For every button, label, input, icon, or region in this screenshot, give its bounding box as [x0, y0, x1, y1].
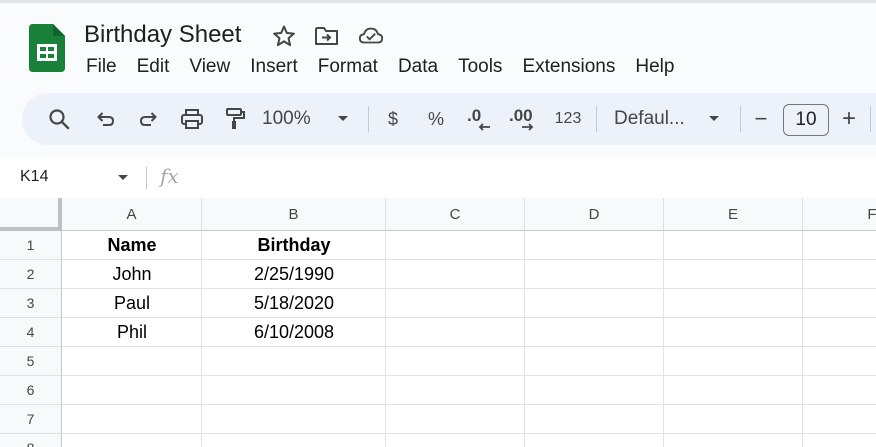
cloud-saved-icon[interactable] — [358, 23, 384, 49]
increase-font-size-button[interactable]: + — [836, 93, 862, 145]
font-size-input[interactable]: 10 — [783, 104, 829, 136]
column-header-a[interactable]: A — [62, 198, 202, 231]
decrease-decimal-button[interactable]: .0 — [463, 93, 497, 145]
toolbar-divider — [740, 106, 741, 132]
number-format-icon: 123 — [554, 110, 582, 127]
menu-view[interactable]: View — [179, 54, 240, 80]
percent-icon: % — [427, 108, 444, 129]
more-formats-button[interactable]: 123 — [550, 93, 586, 145]
undo-button[interactable] — [88, 93, 122, 145]
decrease-font-size-button[interactable]: − — [748, 93, 774, 145]
menu-format[interactable]: Format — [308, 54, 388, 80]
grid-line — [62, 375, 876, 376]
plus-icon: + — [841, 105, 856, 132]
menu-file[interactable]: File — [76, 54, 127, 80]
arrow-left-icon — [478, 123, 490, 131]
row-header-7[interactable]: 7 — [0, 405, 62, 434]
print-button[interactable] — [175, 93, 209, 145]
menu-extensions[interactable]: Extensions — [512, 54, 625, 80]
formula-bar-divider — [146, 167, 147, 189]
paint-format-icon — [226, 108, 245, 129]
menu-insert[interactable]: Insert — [240, 54, 308, 80]
increase-decimal-button[interactable]: .00 — [506, 93, 544, 145]
column-header-d[interactable]: D — [525, 198, 664, 231]
row-header-6[interactable]: 6 — [0, 376, 62, 405]
grid-line — [802, 231, 803, 447]
redo-button[interactable] — [132, 93, 166, 145]
font-family-dropdown[interactable] — [705, 93, 723, 145]
caret-down-icon — [338, 116, 348, 121]
row-header-1[interactable]: 1 — [0, 231, 62, 260]
toolbar-divider — [870, 106, 871, 132]
cell-b4[interactable]: 6/10/2008 — [202, 318, 386, 347]
search-icon — [49, 109, 70, 130]
cell-b2[interactable]: 2/25/1990 — [202, 260, 386, 289]
grid-line — [62, 404, 876, 405]
grid-line — [663, 231, 664, 447]
cell-b3[interactable]: 5/18/2020 — [202, 289, 386, 318]
sheet-grid[interactable]: A B C D E F 1 2 3 4 5 6 7 8 Name Birthda… — [0, 198, 876, 447]
format-percent-button[interactable]: % — [421, 93, 451, 145]
menu-help[interactable]: Help — [625, 54, 684, 80]
cell-a1[interactable]: Name — [62, 231, 202, 260]
cell-a3[interactable]: Paul — [62, 289, 202, 318]
name-box[interactable]: K14 — [20, 166, 48, 188]
column-header-e[interactable]: E — [664, 198, 803, 231]
format-currency-button[interactable]: $ — [378, 93, 408, 145]
cell-a2[interactable]: John — [62, 260, 202, 289]
zoom-dropdown[interactable] — [334, 93, 352, 145]
cell-a4[interactable]: Phil — [62, 318, 202, 347]
column-header-f[interactable]: F — [803, 198, 876, 231]
fx-icon: fx — [160, 164, 179, 188]
menu-data[interactable]: Data — [388, 54, 448, 80]
toolbar-divider — [368, 106, 369, 132]
row-header-4[interactable]: 4 — [0, 318, 62, 347]
document-title[interactable]: Birthday Sheet — [84, 20, 241, 50]
row-header-3[interactable]: 3 — [0, 289, 62, 318]
select-all-corner[interactable] — [0, 198, 62, 231]
cell-b1[interactable]: Birthday — [202, 231, 386, 260]
sheets-logo-icon[interactable] — [29, 24, 65, 72]
row-header-8[interactable]: 8 — [0, 434, 62, 447]
star-icon[interactable] — [271, 23, 297, 49]
minus-icon: − — [754, 106, 768, 131]
arrow-right-icon — [522, 123, 534, 131]
grid-line — [524, 231, 525, 447]
menu-tools[interactable]: Tools — [448, 54, 512, 80]
undo-icon — [97, 112, 115, 126]
search-menus-button[interactable] — [42, 93, 76, 145]
print-icon — [181, 109, 203, 129]
row-header-2[interactable]: 2 — [0, 260, 62, 289]
name-box-dropdown[interactable] — [116, 168, 132, 186]
zoom-select[interactable]: 100% — [262, 93, 328, 145]
paint-format-button[interactable] — [218, 93, 252, 145]
toolbar-divider — [596, 106, 597, 132]
caret-down-icon — [709, 116, 719, 121]
menu-edit[interactable]: Edit — [127, 54, 180, 80]
font-family-value: Defaul... — [614, 108, 685, 129]
formula-bar: K14 fx — [0, 158, 876, 198]
grid-line — [62, 433, 876, 434]
move-to-folder-icon[interactable] — [314, 23, 340, 49]
column-header-c[interactable]: C — [386, 198, 525, 231]
zoom-value: 100% — [262, 108, 311, 129]
redo-icon — [139, 112, 157, 126]
window-top-border — [0, 0, 876, 3]
font-family-select[interactable]: Defaul... — [614, 93, 692, 145]
row-header-5[interactable]: 5 — [0, 347, 62, 376]
caret-down-icon — [118, 175, 128, 180]
toolbar: 100% $ % .0 .00 123 Defaul... − 10 + — [22, 93, 876, 145]
column-header-b[interactable]: B — [202, 198, 386, 231]
menu-bar: File Edit View Insert Format Data Tools … — [76, 54, 684, 80]
currency-icon: $ — [387, 108, 398, 129]
